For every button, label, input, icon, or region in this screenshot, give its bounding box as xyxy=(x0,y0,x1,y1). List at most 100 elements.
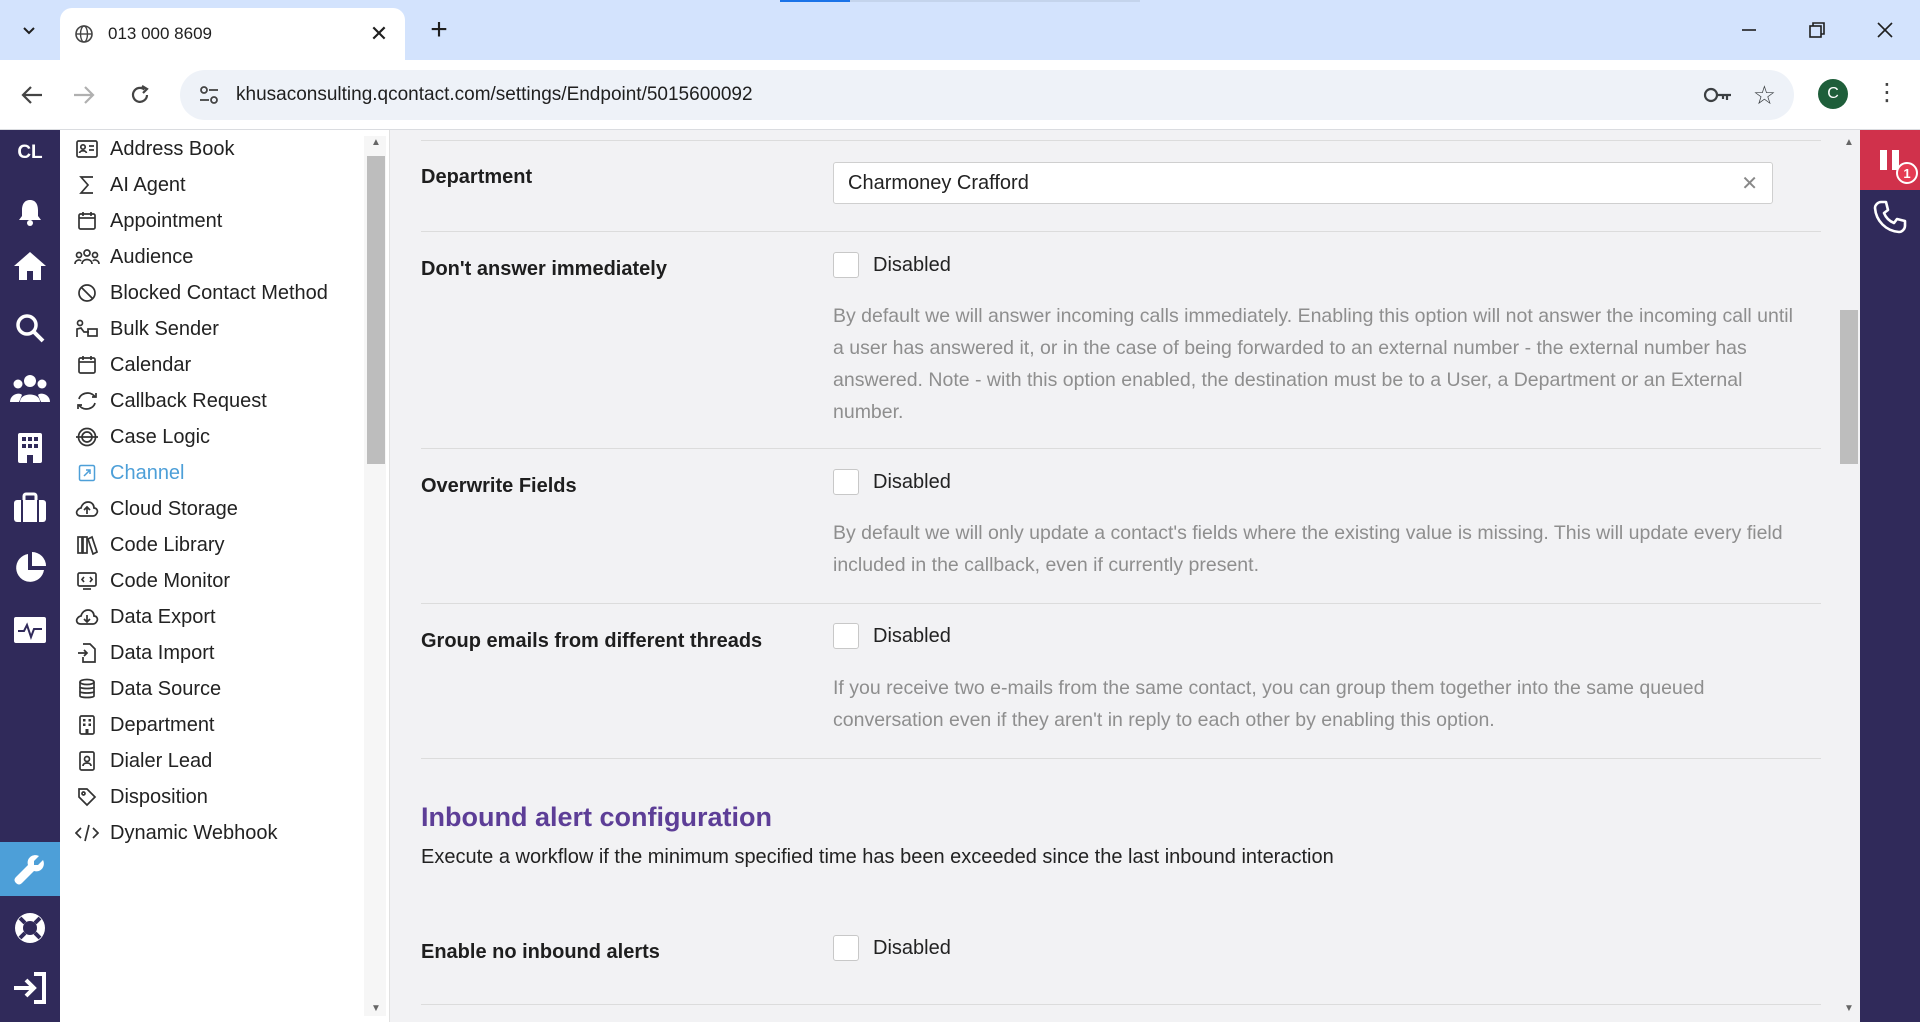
department-value: Charmoney Crafford xyxy=(848,171,1029,194)
bell-icon[interactable] xyxy=(10,192,50,232)
menu-item-data-import[interactable]: Data Import xyxy=(74,633,214,673)
menu-item-label: Data Source xyxy=(110,677,222,700)
address-bar[interactable]: khusaconsulting.qcontact.com/settings/En… xyxy=(180,70,1794,120)
content-scrollbar[interactable] xyxy=(1838,136,1860,1016)
group-emails-label: Group emails from different threads xyxy=(421,630,763,652)
menu-item-label: Dialer Lead xyxy=(110,749,213,772)
site-info-icon[interactable] xyxy=(198,84,220,106)
enable-inbound-alerts-checkbox[interactable] xyxy=(833,935,859,961)
scroll-down-arrow-icon[interactable]: ▼ xyxy=(371,1003,381,1014)
logout-icon[interactable] xyxy=(10,968,50,1008)
menu-item-label: Dynamic Webhook xyxy=(110,821,278,844)
menu-item-label: Code Monitor xyxy=(110,569,231,592)
password-key-icon[interactable] xyxy=(1703,83,1733,107)
monitor-icon[interactable] xyxy=(10,610,50,650)
dont-answer-help: By default we will answer incoming calls… xyxy=(833,305,1793,423)
endpoint-settings-form: Department Charmoney Crafford ✕ Don't an… xyxy=(390,130,1860,1022)
menu-item-code-library[interactable]: Code Library xyxy=(74,525,225,565)
back-arrow-icon[interactable] xyxy=(12,75,52,115)
browser-menu-icon[interactable]: ⋮ xyxy=(1872,78,1902,112)
menu-item-case-logic[interactable]: Case Logic xyxy=(74,417,210,457)
window-close-icon[interactable] xyxy=(1862,10,1908,50)
cloud-download-icon xyxy=(74,606,100,628)
row-divider xyxy=(421,448,1821,449)
phone-icon[interactable] xyxy=(1870,196,1910,238)
menu-item-code-monitor[interactable]: Code Monitor xyxy=(74,561,230,601)
menu-item-label: Data Import xyxy=(110,641,215,664)
lifebuoy-icon[interactable] xyxy=(10,908,50,948)
search-icon[interactable] xyxy=(10,308,50,348)
clear-icon[interactable]: ✕ xyxy=(1741,171,1758,196)
menu-item-label: AI Agent xyxy=(110,173,186,196)
menu-item-department[interactable]: Department xyxy=(74,705,215,745)
briefcase-icon[interactable] xyxy=(10,488,50,528)
settings-menu: Address Book AI Agent Appointment Audience B… xyxy=(60,130,390,1022)
database-icon xyxy=(74,678,100,700)
callback-icon xyxy=(74,390,100,412)
browser-toolbar: khusaconsulting.qcontact.com/settings/En… xyxy=(0,60,1920,130)
inbound-alert-description: Execute a workflow if the minimum specif… xyxy=(421,846,1334,868)
bookmark-star-icon[interactable]: ☆ xyxy=(1753,80,1776,111)
library-icon xyxy=(74,534,100,556)
tab-close-icon[interactable]: ✕ xyxy=(367,21,391,47)
overwrite-fields-checkbox[interactable] xyxy=(833,469,859,495)
group-emails-toggle[interactable]: Disabled xyxy=(833,623,951,649)
pie-chart-icon[interactable] xyxy=(10,548,50,588)
building-icon[interactable] xyxy=(10,428,50,468)
overwrite-fields-toggle[interactable]: Disabled xyxy=(833,469,951,495)
menu-item-disposition[interactable]: Disposition xyxy=(74,777,208,817)
users-icon[interactable] xyxy=(10,368,50,408)
file-import-icon xyxy=(74,642,100,664)
restore-icon[interactable] xyxy=(1794,10,1840,50)
home-icon[interactable] xyxy=(10,246,50,286)
menu-item-cloud-storage[interactable]: Cloud Storage xyxy=(74,489,238,529)
menu-item-channel[interactable]: Channel xyxy=(74,453,185,493)
menu-scrollbar-thumb[interactable] xyxy=(367,156,385,464)
menu-item-label: Bulk Sender xyxy=(110,317,219,340)
app-logo[interactable]: CL xyxy=(0,142,60,164)
minimize-icon[interactable] xyxy=(1726,10,1772,50)
channel-icon xyxy=(74,462,100,484)
menu-item-appointment[interactable]: Appointment xyxy=(74,201,222,241)
menu-item-label: Appointment xyxy=(110,209,223,232)
wrench-icon[interactable] xyxy=(10,849,50,889)
menu-item-address-book[interactable]: Address Book xyxy=(74,130,235,169)
menu-item-dialer-lead[interactable]: Dialer Lead xyxy=(74,741,212,781)
enable-inbound-alerts-label: Enable no inbound alerts xyxy=(421,941,660,963)
menu-item-ai-agent[interactable]: AI Agent xyxy=(74,165,186,205)
dont-answer-label: Don't answer immediately xyxy=(421,258,667,280)
group-emails-help: If you receive two e-mails from the same… xyxy=(833,677,1705,731)
row-divider xyxy=(421,140,1821,141)
group-emails-checkbox[interactable] xyxy=(833,623,859,649)
scroll-up-arrow-icon[interactable]: ▲ xyxy=(371,137,381,148)
dont-answer-checkbox[interactable] xyxy=(833,252,859,278)
browser-tab[interactable]: 013 000 8609 ✕ xyxy=(60,8,405,60)
menu-item-audience[interactable]: Audience xyxy=(74,237,193,277)
overwrite-fields-state: Disabled xyxy=(873,470,951,493)
menu-item-label: Case Logic xyxy=(110,425,211,448)
menu-item-callback-request[interactable]: Callback Request xyxy=(74,381,267,421)
row-divider xyxy=(421,1004,1821,1005)
enable-inbound-alerts-toggle[interactable]: Disabled xyxy=(833,935,951,961)
reload-icon[interactable] xyxy=(120,75,160,115)
menu-item-bulk-sender[interactable]: Bulk Sender xyxy=(74,309,219,349)
menu-item-dynamic-webhook[interactable]: Dynamic Webhook xyxy=(74,813,277,853)
case-logic-icon xyxy=(74,426,100,448)
department-select[interactable]: Charmoney Crafford ✕ xyxy=(833,162,1773,204)
new-tab-button[interactable]: + xyxy=(422,14,456,48)
menu-item-data-export[interactable]: Data Export xyxy=(74,597,216,637)
menu-item-label: Audience xyxy=(110,245,194,268)
profile-avatar[interactable]: C xyxy=(1818,79,1848,109)
menu-item-calendar[interactable]: Calendar xyxy=(74,345,191,385)
address-book-icon xyxy=(74,138,100,160)
department-label: Department xyxy=(421,166,533,188)
content-scrollbar-thumb[interactable] xyxy=(1840,310,1858,464)
scroll-up-arrow-icon[interactable]: ▲ xyxy=(1844,137,1854,148)
tab-search-icon[interactable] xyxy=(12,14,46,48)
dont-answer-toggle[interactable]: Disabled xyxy=(833,252,951,278)
menu-item-data-source[interactable]: Data Source xyxy=(74,669,221,709)
department-icon xyxy=(74,714,100,736)
scroll-down-arrow-icon[interactable]: ▼ xyxy=(1844,1003,1854,1014)
menu-item-blocked-contact-method[interactable]: Blocked Contact Method xyxy=(74,273,328,313)
forward-arrow-icon[interactable] xyxy=(64,75,104,115)
